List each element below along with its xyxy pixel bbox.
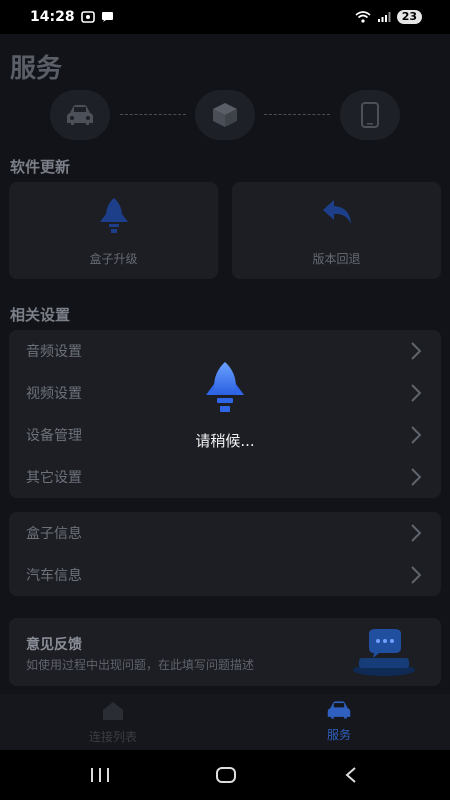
- loading-indicator: 请稍候...: [175, 360, 275, 451]
- status-bar: 14:28 23: [0, 0, 450, 34]
- message-icon: [101, 12, 113, 22]
- screen-record-icon: [80, 11, 95, 23]
- battery-indicator: 23: [396, 10, 422, 24]
- signal-icon: [377, 12, 391, 22]
- back-icon[interactable]: [344, 766, 358, 784]
- status-time: 14:28: [30, 9, 75, 25]
- system-nav-bar: [0, 750, 450, 800]
- loading-overlay: 请稍候...: [0, 34, 450, 750]
- loading-text: 请稍候...: [195, 432, 255, 450]
- wifi-icon: [355, 11, 371, 23]
- rocket-icon: [206, 362, 244, 412]
- home-button-icon[interactable]: [215, 766, 237, 784]
- recent-apps-icon[interactable]: [89, 767, 111, 783]
